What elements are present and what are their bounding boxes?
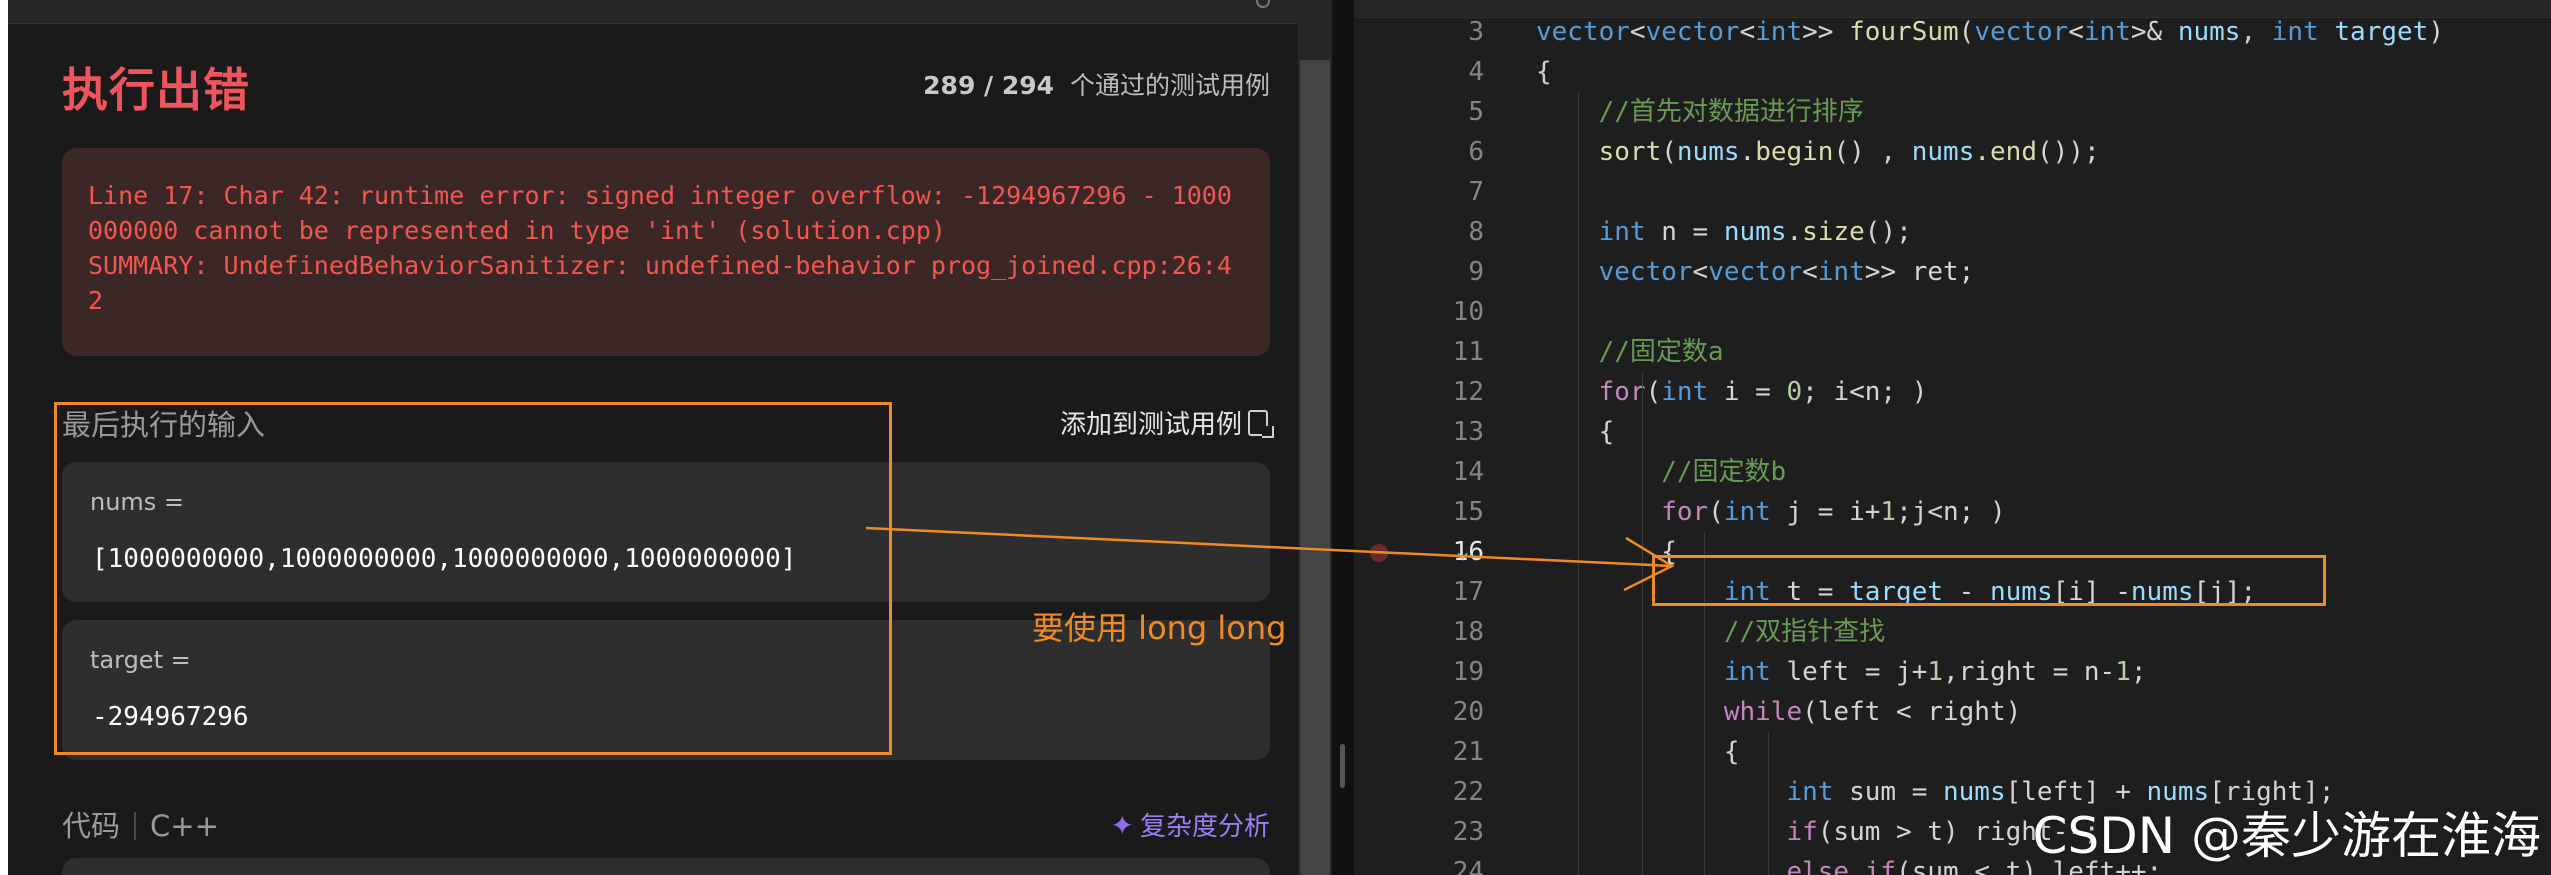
error-message-box: Line 17: Char 42: runtime error: signed … (62, 148, 1270, 356)
code-line[interactable]: 3 vector<vector<int>> fourSum(vector<int>… (1354, 12, 2551, 52)
line-number: 5 (1468, 97, 1484, 127)
code-line[interactable]: 19 int left = j+1,right = n-1; (1354, 652, 2551, 692)
passed-testcases-count: 289 / 294 个通过的测试用例 (923, 66, 1270, 102)
code-text: //固定数b (1661, 457, 1787, 487)
watermark: CSDN @秦少游在淮海 (2032, 807, 2541, 865)
add-testcase-icon (1248, 409, 1274, 438)
code-text: int left = j+1,right = n-1; (1723, 657, 2147, 687)
left-header-bar (8, 0, 1298, 24)
code-label: 代码 (62, 809, 121, 843)
indent-guide (1768, 732, 1769, 875)
code-text: { (1536, 57, 1552, 87)
line-number: 22 (1452, 777, 1484, 807)
code-text: int n = nums.size(); (1598, 217, 1912, 247)
line-number: 15 (1452, 497, 1484, 527)
passed-count: 289 / 294 (923, 71, 1055, 100)
line-number: 7 (1468, 177, 1484, 207)
splitter-handle[interactable] (1340, 744, 1345, 788)
line-number: 12 (1452, 377, 1484, 407)
problem-result-panel: 执行出错 289 / 294 个通过的测试用例 Line 17: Char 42… (8, 0, 1298, 875)
submitted-code-box (62, 858, 1270, 875)
code-text: while(left < right) (1723, 697, 2022, 727)
code-line[interactable]: 21 { (1354, 732, 2551, 772)
code-text: //固定数a (1598, 337, 1724, 367)
add-to-testcase-label: 添加到测试用例 (1059, 410, 1242, 440)
code-text: { (1536, 417, 1615, 447)
line-number: 11 (1452, 337, 1484, 367)
complexity-analysis-button[interactable]: ✦ 复杂度分析 (1111, 806, 1270, 843)
divider (134, 812, 137, 840)
line-number: 9 (1468, 257, 1484, 287)
passed-suffix: 个通过的测试用例 (1069, 71, 1270, 100)
code-line[interactable]: 11 //固定数a (1354, 332, 2551, 372)
language-label[interactable]: C++ (150, 809, 219, 843)
line-number: 21 (1452, 737, 1484, 767)
code-line[interactable]: 4{ (1354, 52, 2551, 92)
code-text: //双指针查找 (1723, 617, 1886, 647)
annotation-note: 要使用 long long (1032, 609, 1287, 647)
line-number: 13 (1452, 417, 1484, 447)
sparkle-icon: ✦ (1110, 809, 1134, 842)
line-number: 24 (1452, 857, 1484, 875)
code-editor-panel: 3 vector<vector<int>> fourSum(vector<int>… (1354, 0, 2551, 875)
code-line[interactable]: 7 (1354, 172, 2551, 212)
code-line[interactable]: 14 //固定数b (1354, 452, 2551, 492)
code-text: //首先对数据进行排序 (1598, 97, 1864, 127)
code-line[interactable]: 15 for(int j = i+1;j<n; ) (1354, 492, 2551, 532)
annotation-box-inputs (54, 402, 892, 755)
more-options-icon[interactable] (1256, 0, 1270, 8)
code-text: for(int i = 0; i<n; ) (1598, 377, 1928, 407)
code-line[interactable]: 13 { (1354, 412, 2551, 452)
code-line[interactable]: 8 int n = nums.size(); (1354, 212, 2551, 252)
line-number: 18 (1452, 617, 1484, 647)
complexity-label: 复杂度分析 (1139, 812, 1270, 842)
line-number: 23 (1452, 817, 1484, 847)
line-number: 20 (1452, 697, 1484, 727)
add-to-testcase-button[interactable]: 添加到测试用例 (1059, 404, 1274, 441)
indent-guide (1578, 92, 1579, 875)
code-line[interactable]: 6 sort(nums.begin() , nums.end()); (1354, 132, 2551, 172)
line-number: 4 (1468, 57, 1484, 87)
line-number: 16 (1452, 537, 1484, 567)
line-number: 10 (1452, 297, 1484, 327)
breakpoint-icon[interactable] (1370, 544, 1388, 562)
code-line[interactable]: 20 while(left < right) (1354, 692, 2551, 732)
annotation-box-line-17 (1652, 555, 2326, 606)
line-number: 3 (1468, 17, 1484, 47)
code-line[interactable]: 10 (1354, 292, 2551, 332)
fold-chevron-icon[interactable]: ⌄ (1456, 532, 1469, 572)
code-line[interactable]: 5 //首先对数据进行排序 (1354, 92, 2551, 132)
indent-guide (1642, 372, 1643, 875)
code-line[interactable]: 9 vector<vector<int>> ret; (1354, 252, 2551, 292)
left-scrollbar-thumb[interactable] (1300, 60, 1330, 875)
code-text: vector<vector<int>> fourSum(vector<int>&… (1536, 17, 2444, 47)
code-section-header: 代码 C++ (62, 803, 219, 845)
code-text: sort(nums.begin() , nums.end()); (1598, 137, 2100, 167)
code-line[interactable]: 12 for(int i = 0; i<n; ) (1354, 372, 2551, 412)
line-number: 19 (1452, 657, 1484, 687)
result-title: 执行出错 (62, 63, 250, 117)
code-text: if(sum > t) right--; (1786, 817, 2100, 847)
line-number: 14 (1452, 457, 1484, 487)
line-number: 8 (1468, 217, 1484, 247)
code-text: for(int j = i+1;j<n; ) (1661, 497, 2006, 527)
error-message-text: Line 17: Char 42: runtime error: signed … (88, 181, 1232, 315)
code-text: vector<vector<int>> ret; (1598, 257, 1975, 287)
line-number: 17 (1452, 577, 1484, 607)
code-text: { (1536, 737, 1740, 767)
line-number: 6 (1468, 137, 1484, 167)
code-line[interactable]: 18 //双指针查找 (1354, 612, 2551, 652)
